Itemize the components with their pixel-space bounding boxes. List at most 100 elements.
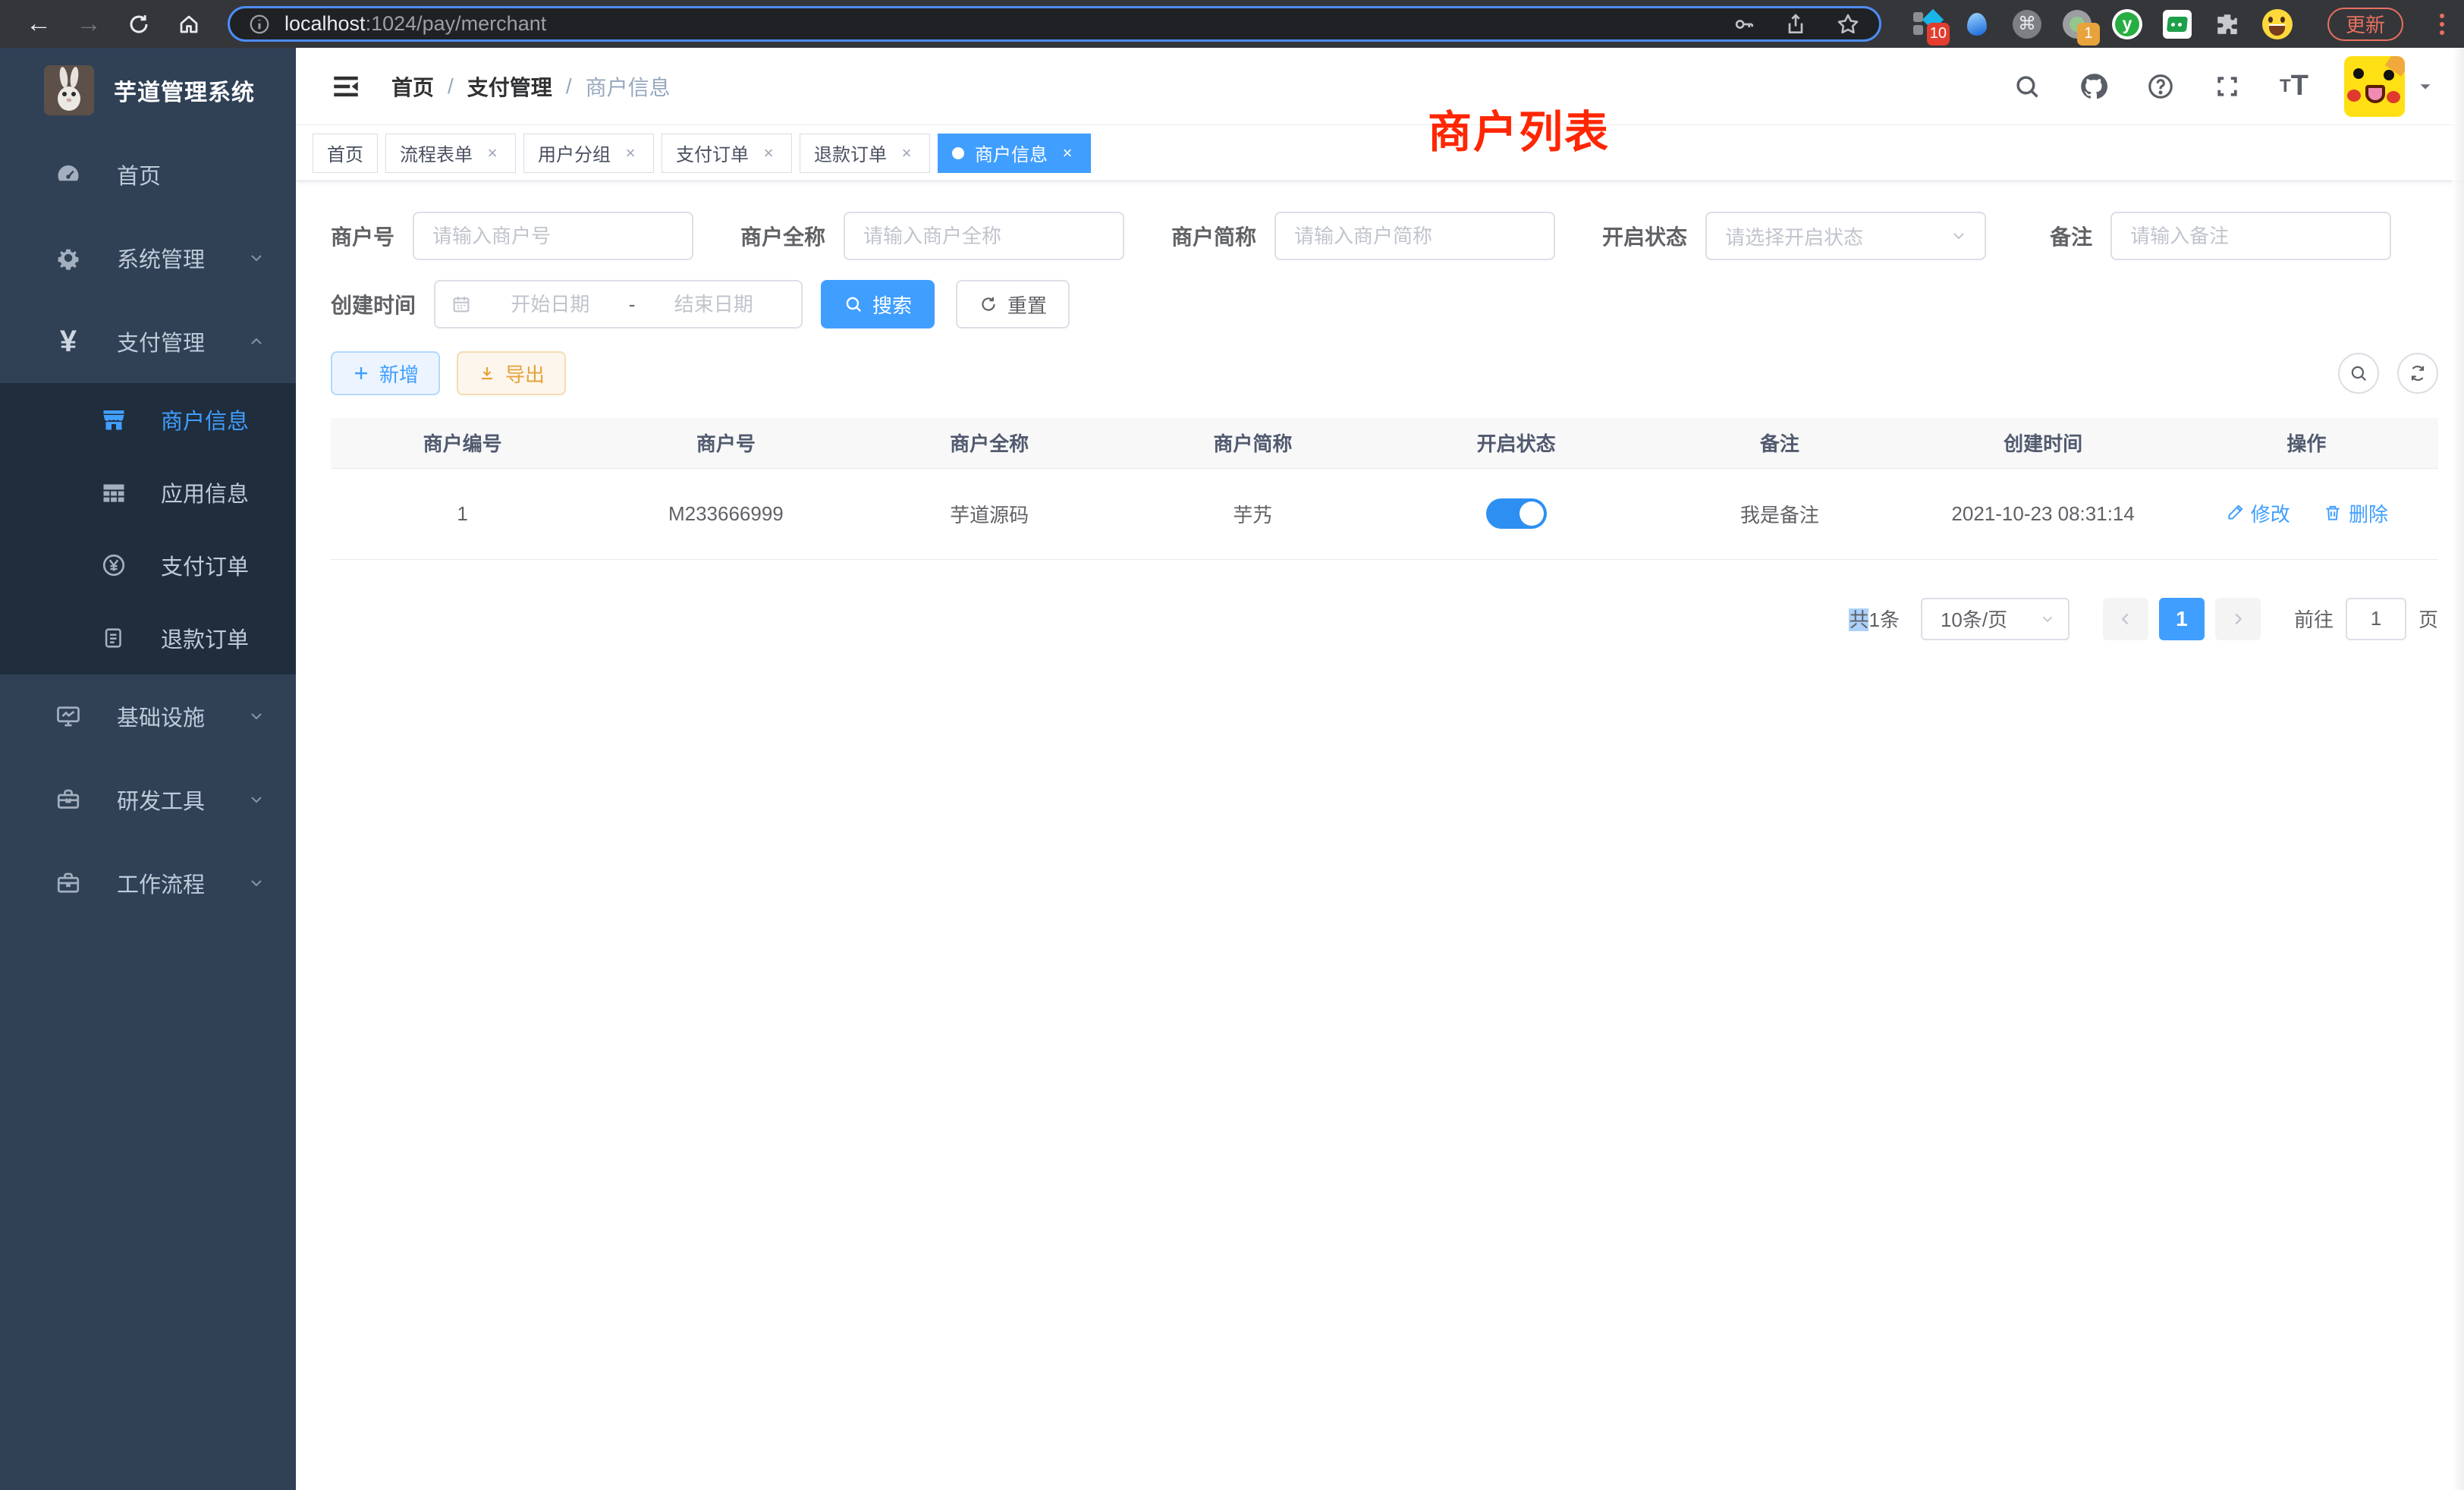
command-glyph: ⌘	[2013, 10, 2041, 39]
edit-button[interactable]: 修改	[2225, 499, 2290, 527]
search-button[interactable]: 搜索	[821, 280, 935, 328]
remark-field[interactable]	[2110, 212, 2391, 260]
bookmark-star-icon[interactable]	[1835, 11, 1861, 37]
sidebar-item-refund-order[interactable]: 退款订单	[0, 602, 296, 674]
close-icon[interactable]: ×	[897, 144, 916, 162]
full-name-field[interactable]	[844, 212, 1124, 260]
goto-page-input[interactable]	[2346, 598, 2406, 640]
user-avatar[interactable]	[2344, 56, 2434, 117]
end-date-input[interactable]	[641, 293, 786, 316]
breadcrumb-separator: /	[566, 74, 572, 99]
url-text[interactable]: localhost:1024/pay/merchant	[284, 12, 1718, 36]
scrollbar[interactable]	[2452, 48, 2464, 1490]
extension-profile-icon[interactable]: 1	[2062, 9, 2092, 39]
font-size-icon[interactable]: TT	[2277, 70, 2311, 103]
address-bar[interactable]: localhost:1024/pay/merchant	[228, 6, 1881, 42]
refresh-table-button[interactable]	[2397, 353, 2438, 394]
add-button[interactable]: 新增	[331, 351, 440, 395]
help-icon[interactable]	[2144, 70, 2177, 103]
grid-icon	[97, 479, 130, 506]
browser-menu-icon[interactable]	[2431, 14, 2453, 35]
sidebar-item-pay-order[interactable]: 支付订单	[0, 529, 296, 602]
browser-forward-icon[interactable]: →	[67, 6, 111, 42]
status-select[interactable]: 请选择开启状态	[1705, 212, 1986, 260]
sidebar-item-infrastructure[interactable]: 基础设施	[0, 674, 296, 758]
page-size-select[interactable]: 10条/页	[1921, 598, 2070, 640]
breadcrumb: 首页 / 支付管理 / 商户信息	[391, 71, 671, 102]
extension-y-icon[interactable]: y	[2112, 9, 2142, 39]
remark-input[interactable]	[2130, 225, 2384, 248]
logo-rabbit-image	[44, 65, 94, 115]
tab-refund-order[interactable]: 退款订单×	[800, 134, 930, 173]
sidebar-item-dev-tools[interactable]: 研发工具	[0, 758, 296, 841]
browser-reload-icon[interactable]	[117, 6, 161, 42]
column-header: 商户全称	[858, 418, 1121, 468]
prev-page-button[interactable]	[2103, 598, 2148, 640]
site-info-icon[interactable]	[248, 13, 271, 36]
hamburger-icon[interactable]	[322, 62, 370, 111]
close-icon[interactable]: ×	[483, 144, 501, 162]
tab-user-group[interactable]: 用户分组×	[523, 134, 654, 173]
extension-command-icon[interactable]: ⌘	[2012, 9, 2042, 39]
browser-profile-avatar[interactable]	[2262, 9, 2293, 39]
full-name-input[interactable]	[863, 225, 1117, 248]
browser-back-icon[interactable]: ←	[17, 6, 61, 42]
sidebar-item-pay[interactable]: ¥ 支付管理	[0, 300, 296, 383]
next-page-button[interactable]	[2215, 598, 2261, 640]
header-search-icon[interactable]	[2010, 70, 2044, 103]
start-date-input[interactable]	[478, 293, 623, 316]
tab-home[interactable]: 首页	[313, 134, 378, 173]
toggle-search-button[interactable]	[2338, 353, 2379, 394]
short-name-input[interactable]	[1294, 225, 1548, 248]
sidebar-item-app-info[interactable]: 应用信息	[0, 456, 296, 529]
sidebar-logo[interactable]: 芋道管理系统	[0, 48, 296, 133]
date-range-picker[interactable]: -	[434, 280, 803, 328]
browser-update-button[interactable]: 更新	[2327, 8, 2403, 41]
chevron-up-icon	[247, 332, 266, 350]
short-name-field[interactable]	[1274, 212, 1555, 260]
export-button[interactable]: 导出	[457, 351, 566, 395]
browser-home-icon[interactable]	[167, 6, 211, 42]
sidebar-item-home[interactable]: 首页	[0, 133, 296, 216]
delete-button[interactable]: 删除	[2323, 499, 2388, 527]
tab-pay-order[interactable]: 支付订单×	[662, 134, 792, 173]
sidebar-item-system[interactable]: 系统管理	[0, 216, 296, 300]
puzzle-icon	[2214, 11, 2240, 37]
status-placeholder: 请选择开启状态	[1725, 222, 1863, 250]
close-icon[interactable]: ×	[621, 144, 640, 162]
sidebar-item-merchant-info[interactable]: 商户信息	[0, 383, 296, 456]
sidebar-item-label: 支付管理	[117, 325, 205, 357]
search-icon	[844, 294, 863, 314]
reset-button[interactable]: 重置	[956, 280, 1070, 328]
close-icon[interactable]: ×	[759, 144, 778, 162]
fullscreen-icon[interactable]	[2211, 70, 2244, 103]
extension-dashboard-icon[interactable]: 10	[1912, 9, 1942, 39]
column-header: 备注	[1648, 418, 1911, 468]
tab-merchant-info[interactable]: 商户信息 ×	[938, 134, 1091, 173]
chevron-down-icon	[247, 707, 266, 725]
page-1-button[interactable]: 1	[2159, 598, 2205, 640]
status-toggle[interactable]	[1486, 498, 1547, 529]
app-title: 芋道管理系统	[114, 74, 255, 107]
extensions-area: 10 ⌘ 1 y 更新	[1904, 8, 2453, 41]
extension-notes-icon[interactable]	[2162, 9, 2192, 39]
extensions-puzzle-icon[interactable]	[2212, 9, 2242, 39]
share-icon[interactable]	[1784, 12, 1808, 36]
breadcrumb-pay[interactable]: 支付管理	[467, 71, 552, 102]
column-header: 商户号	[594, 418, 857, 468]
merchant-no-input[interactable]	[432, 225, 686, 248]
github-icon[interactable]	[2077, 70, 2110, 103]
tab-process-form[interactable]: 流程表单×	[385, 134, 516, 173]
sidebar-item-workflow[interactable]: 工作流程	[0, 841, 296, 925]
extension-balloon-icon[interactable]	[1962, 9, 1992, 39]
pagination-total: 共1条	[1849, 605, 1900, 633]
merchant-no-field[interactable]	[413, 212, 693, 260]
cell-merchant-no: M233666999	[594, 468, 857, 559]
tab-label: 商户信息	[975, 140, 1048, 166]
sidebar-item-label: 支付订单	[161, 549, 249, 581]
close-icon[interactable]: ×	[1058, 144, 1076, 162]
tags-view: 首页 流程表单× 用户分组× 支付订单× 退款订单× 商户信息 ×	[296, 125, 2464, 181]
breadcrumb-home[interactable]: 首页	[391, 71, 434, 102]
navbar-actions: TT	[2010, 56, 2434, 117]
password-key-icon[interactable]	[1732, 12, 1756, 36]
